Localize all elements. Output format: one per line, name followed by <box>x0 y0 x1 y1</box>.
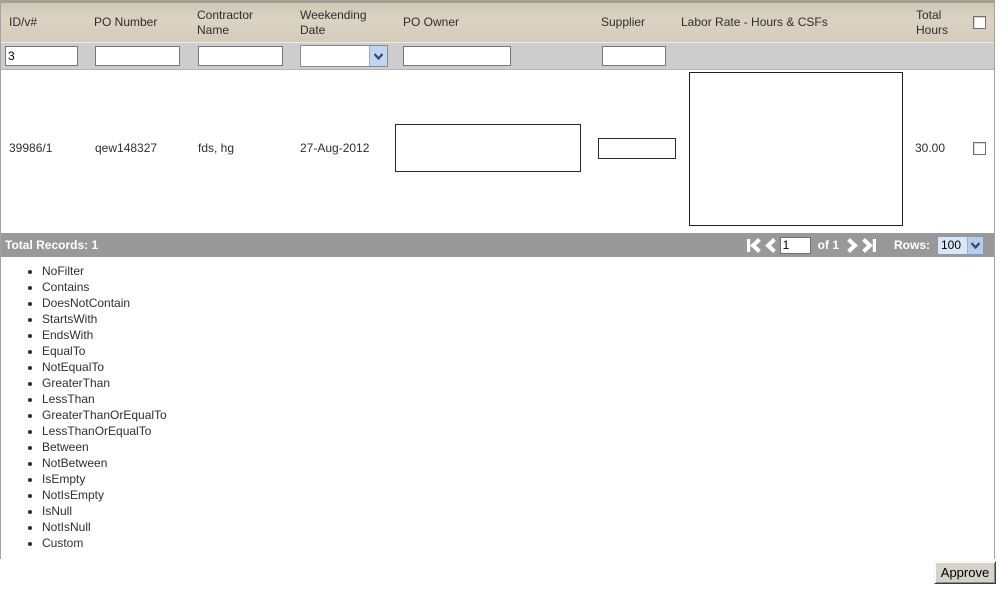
cell-po-number: qew148327 <box>95 141 158 155</box>
cell-row-select <box>965 70 994 226</box>
last-page-button[interactable] <box>861 237 877 253</box>
filter-cell-contractor <box>193 46 296 66</box>
filter-cell-po-owner <box>399 46 594 66</box>
header-select-all-cell <box>965 16 994 29</box>
column-header-labor-rate[interactable]: Labor Rate - Hours & CSFs <box>677 12 907 33</box>
column-header-supplier[interactable]: Supplier <box>594 12 677 33</box>
select-all-checkbox[interactable] <box>973 16 986 29</box>
cell-weekending-date: 27-Aug-2012 <box>300 141 370 155</box>
page: ID/v# PO Number Contractor Name Weekendi… <box>0 0 1004 591</box>
grid-filter-row <box>1 42 994 70</box>
po-number-filter-input[interactable] <box>95 46 180 66</box>
grid-container: ID/v# PO Number Contractor Name Weekendi… <box>0 0 995 559</box>
filter-option-nofilter[interactable]: NoFilter <box>42 263 994 279</box>
filter-options-list: NoFilterContainsDoesNotContainStartsWith… <box>1 263 994 551</box>
first-page-button[interactable] <box>746 237 762 253</box>
filter-option-endswith[interactable]: EndsWith <box>42 327 994 343</box>
filter-option-doesnotcontain[interactable]: DoesNotContain <box>42 295 994 311</box>
rows-label: Rows: <box>894 238 930 252</box>
column-header-po-number[interactable]: PO Number <box>90 12 193 33</box>
pager-controls: of 1 Rows: 100 <box>746 235 994 255</box>
filter-option-greaterthanorequalto[interactable]: GreaterThanOrEqualTo <box>42 407 994 423</box>
grid-header-row: ID/v# PO Number Contractor Name Weekendi… <box>1 1 994 42</box>
filter-option-lessthan[interactable]: LessThan <box>42 391 994 407</box>
pager-bar: Total Records: 1 of 1 <box>1 233 994 257</box>
filter-option-notisnull[interactable]: NotIsNull <box>42 519 994 535</box>
filter-cell-id <box>1 46 90 66</box>
filter-option-startswith[interactable]: StartsWith <box>42 311 994 327</box>
first-page-icon <box>746 237 761 253</box>
cell-po-owner <box>395 70 594 226</box>
column-header-weekending-date[interactable]: Weekending Date <box>296 5 399 41</box>
approve-button[interactable]: Approve <box>934 561 996 584</box>
filter-option-equalto[interactable]: EqualTo <box>42 343 994 359</box>
filter-option-lessthanorequalto[interactable]: LessThanOrEqualTo <box>42 423 994 439</box>
cell-id: 39986/1 <box>9 141 53 155</box>
column-header-po-owner[interactable]: PO Owner <box>399 12 594 33</box>
filter-option-isnull[interactable]: IsNull <box>42 503 994 519</box>
filter-option-notisempty[interactable]: NotIsEmpty <box>42 487 994 503</box>
page-number-input[interactable] <box>779 236 811 254</box>
rows-per-page-dropdown[interactable]: 100 <box>937 235 984 255</box>
weekending-date-filter-value <box>301 46 369 66</box>
labor-rate-textarea[interactable] <box>689 72 903 226</box>
po-owner-textarea[interactable] <box>395 124 581 172</box>
weekending-date-filter-dropdown[interactable] <box>300 45 388 67</box>
filter-cell-supplier <box>594 46 677 66</box>
supplier-input[interactable] <box>598 137 676 159</box>
id-filter-input[interactable] <box>5 46 78 66</box>
dropdown-arrow-button[interactable] <box>369 46 387 66</box>
filter-cell-weekending <box>296 45 399 67</box>
filter-options-panel: NoFilterContainsDoesNotContainStartsWith… <box>1 257 994 559</box>
prev-page-button[interactable] <box>764 237 777 253</box>
filter-option-notbetween[interactable]: NotBetween <box>42 455 994 471</box>
table-row: 39986/1 qew148327 fds, hg 27-Aug-2012 30… <box>1 70 994 226</box>
supplier-filter-input[interactable] <box>602 46 666 66</box>
rows-per-page-value: 100 <box>941 237 962 252</box>
filter-option-between[interactable]: Between <box>42 439 994 455</box>
chevron-down-icon <box>971 241 980 249</box>
po-owner-filter-input[interactable] <box>403 46 511 66</box>
column-header-id[interactable]: ID/v# <box>1 12 90 33</box>
filter-option-notequalto[interactable]: NotEqualTo <box>42 359 994 375</box>
next-page-button[interactable] <box>846 237 858 253</box>
filter-option-contains[interactable]: Contains <box>42 279 994 295</box>
filter-cell-po-number <box>90 46 193 66</box>
chevron-down-icon <box>374 52 383 60</box>
dropdown-arrow-button[interactable] <box>967 236 983 254</box>
contractor-name-filter-input[interactable] <box>198 46 283 66</box>
cell-supplier <box>594 70 677 226</box>
filter-option-isempty[interactable]: IsEmpty <box>42 471 994 487</box>
chevron-left-icon <box>764 237 776 253</box>
total-records-label: Total Records: 1 <box>5 238 99 252</box>
cell-contractor-name: fds, hg <box>198 141 235 155</box>
filter-option-greaterthan[interactable]: GreaterThan <box>42 375 994 391</box>
column-header-total-hours[interactable]: Total Hours <box>907 5 965 41</box>
chevron-right-icon <box>847 237 858 253</box>
last-page-icon <box>862 237 876 253</box>
cell-labor-rate <box>677 70 907 226</box>
filter-option-custom[interactable]: Custom <box>42 535 994 551</box>
row-select-checkbox[interactable] <box>973 141 986 155</box>
column-header-contractor-name[interactable]: Contractor Name <box>193 5 296 41</box>
page-count-label: of 1 <box>817 238 839 252</box>
cell-total-hours: 30.00 <box>915 141 946 155</box>
